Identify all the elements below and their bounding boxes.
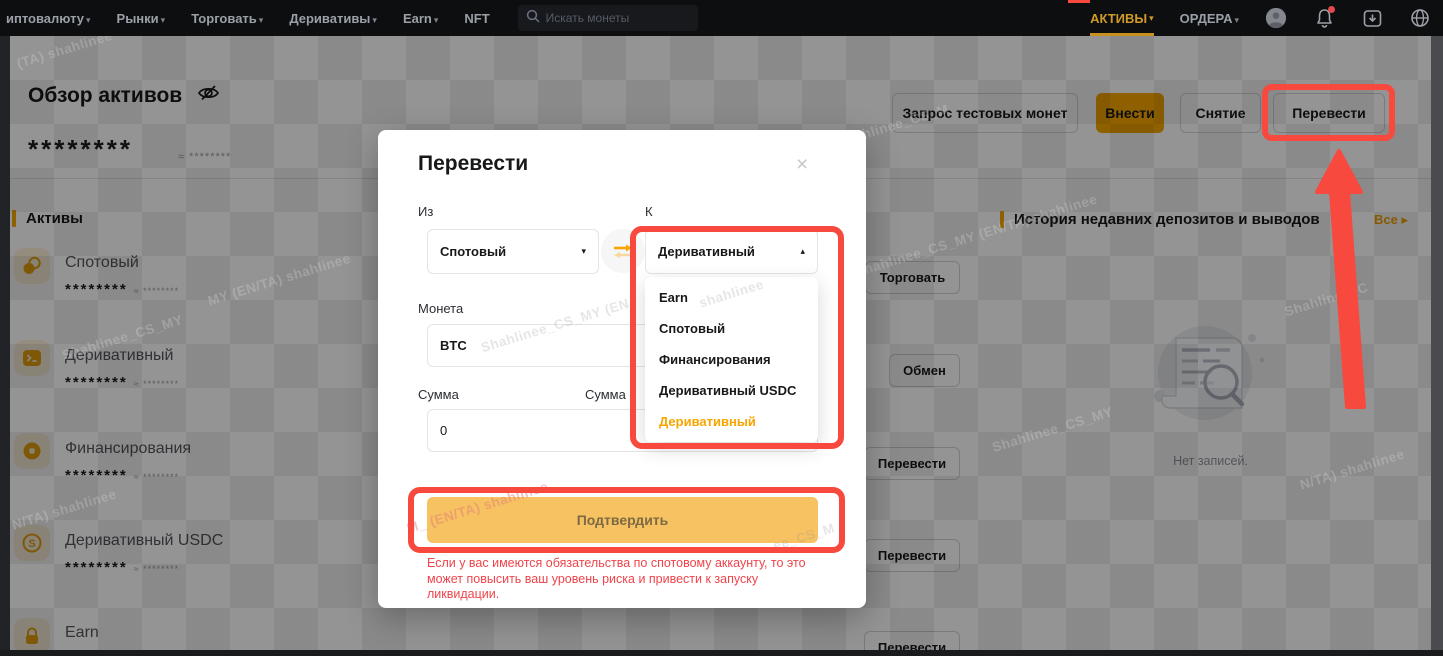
chevron-down-icon: ▾ (372, 15, 377, 25)
swap-direction-button[interactable] (601, 229, 645, 273)
from-account-select[interactable]: Спотовый ▾ (427, 229, 599, 274)
nav-item-earn[interactable]: Earn▾ (403, 11, 438, 26)
dropdown-option-funding[interactable]: Финансирования (645, 344, 818, 375)
coin-label: Монета (418, 301, 463, 316)
recording-indicator (1068, 0, 1090, 3)
nav-left-menu: иптовалюту▾ Рынки▾ Торговать▾ Деривативы… (0, 11, 490, 26)
coin-value: BTC (440, 338, 467, 353)
notification-dot (1328, 6, 1335, 13)
to-account-dropdown: Earn Спотовый Финансирования Деривативны… (645, 277, 818, 442)
chevron-down-icon: ▾ (434, 15, 439, 25)
window-frame-bottom (0, 650, 1443, 656)
nav-item-buy-crypto[interactable]: иптовалюту▾ (6, 11, 91, 26)
to-label: К (645, 204, 653, 219)
from-account-value: Спотовый (440, 244, 506, 259)
chevron-down-icon: ▾ (259, 15, 264, 25)
avatar[interactable] (1265, 7, 1287, 29)
active-tab-underline (1090, 33, 1154, 36)
dropdown-option-earn[interactable]: Earn (645, 282, 818, 313)
amount-value: 0 (440, 423, 447, 438)
amount-label: Сумма (418, 387, 459, 402)
from-label: Из (418, 204, 433, 219)
chevron-down-icon: ▾ (86, 15, 91, 25)
dropdown-option-derivatives[interactable]: Деривативный (645, 406, 818, 437)
chevron-down-icon: ▾ (161, 15, 166, 25)
globe-language-icon[interactable] (1409, 7, 1431, 29)
download-icon[interactable] (1361, 7, 1383, 29)
chevron-down-icon: ▾ (1149, 13, 1154, 24)
amount-available-label: Сумма (585, 387, 626, 402)
confirm-button[interactable]: Подтвердить (427, 497, 818, 543)
top-navbar: иптовалюту▾ Рынки▾ Торговать▾ Деривативы… (0, 0, 1443, 36)
window-frame-left (0, 36, 10, 656)
swap-arrows-icon (611, 242, 635, 260)
to-account-value: Деривативный (658, 244, 755, 259)
search-input[interactable] (546, 11, 676, 25)
close-icon[interactable]: × (796, 154, 808, 175)
nav-item-nft[interactable]: NFT (464, 11, 489, 26)
nav-item-trade[interactable]: Торговать▾ (191, 11, 263, 26)
nav-item-markets[interactable]: Рынки▾ (117, 11, 166, 26)
nav-item-assets[interactable]: АКТИВЫ▾ (1090, 0, 1154, 36)
window-frame-right (1431, 36, 1443, 656)
notifications-bell-icon[interactable] (1313, 7, 1335, 29)
search-box[interactable] (518, 5, 698, 31)
search-icon (526, 9, 540, 28)
screenshot-stage: иптовалюту▾ Рынки▾ Торговать▾ Деривативы… (0, 0, 1443, 656)
nav-item-derivatives[interactable]: Деривативы▾ (289, 11, 377, 26)
to-account-select[interactable]: Деривативный ▴ (645, 229, 818, 274)
chevron-down-icon: ▾ (1234, 15, 1239, 25)
chevron-down-icon: ▾ (581, 246, 586, 257)
dropdown-option-spot[interactable]: Спотовый (645, 313, 818, 344)
transfer-modal: Перевести × Из К Спотовый ▾ Деривативный… (378, 130, 866, 608)
chevron-up-icon: ▴ (800, 246, 805, 257)
dropdown-option-derivatives-usdc[interactable]: Деривативный USDC (645, 375, 818, 406)
nav-right-menu: АКТИВЫ▾ ОРДЕРА▾ (1090, 0, 1443, 36)
risk-warning-text: Если у вас имеются обязательства по спот… (427, 556, 817, 603)
nav-item-orders[interactable]: ОРДЕРА▾ (1180, 11, 1239, 26)
modal-title: Перевести (418, 152, 528, 176)
